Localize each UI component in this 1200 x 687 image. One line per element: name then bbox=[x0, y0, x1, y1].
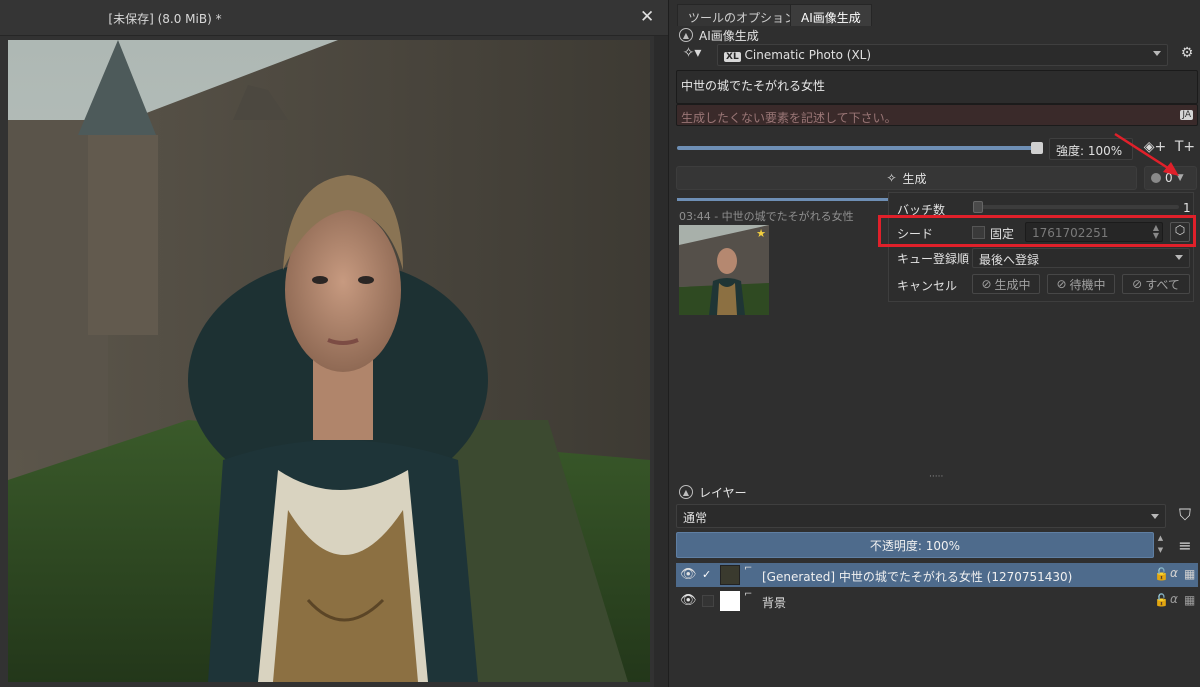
generation-options-popup: バッチ数 1 シード 固定 1761702251 ▲ ▼ ⬡ キュー登録順 最後へ… bbox=[888, 192, 1194, 302]
batch-value: 1 bbox=[1183, 201, 1191, 215]
chevron-down-icon bbox=[1153, 51, 1161, 56]
history-thumbnail[interactable]: ★ bbox=[679, 225, 769, 315]
alpha-lock-icon[interactable]: α bbox=[1170, 592, 1178, 606]
generate-label: 生成 bbox=[902, 171, 927, 186]
blend-mode-value: 通常 bbox=[683, 511, 708, 525]
batch-slider-handle[interactable] bbox=[973, 201, 983, 213]
negative-placeholder: 生成したくない要素を記述して下さい。 bbox=[681, 111, 897, 125]
close-icon[interactable]: ✕ bbox=[640, 7, 654, 27]
layer-thumbnail bbox=[720, 591, 740, 611]
eye-icon[interactable]: 👁 bbox=[680, 567, 697, 582]
magic-wand-icon[interactable]: ✧▾ bbox=[677, 45, 707, 61]
style-select[interactable]: XL Cinematic Photo (XL) bbox=[717, 44, 1168, 66]
lock-icon[interactable]: 🔓 bbox=[1154, 567, 1169, 581]
canvas-area: [未保存] (8.0 MiB) * ✕ bbox=[0, 0, 668, 687]
layer-row-generated[interactable]: 👁 ✓ ⌐ [Generated] 中世の城でたそがれる女性 (12707514… bbox=[676, 563, 1198, 587]
strength-slider[interactable] bbox=[677, 146, 1035, 150]
lock-icon[interactable]: 🔓 bbox=[1154, 593, 1169, 607]
panel-collapse-icon[interactable]: ▲ bbox=[679, 485, 693, 499]
no-entry-icon: ⊘ bbox=[1056, 277, 1067, 291]
cancel-label: キャンセル bbox=[897, 279, 958, 293]
ai-panel-title: AI画像生成 bbox=[699, 29, 759, 43]
chevron-down-icon bbox=[1151, 514, 1159, 519]
opacity-spin-icon[interactable]: ▲ ▼ bbox=[1155, 532, 1166, 558]
document-titlebar: [未保存] (8.0 MiB) * ✕ bbox=[0, 0, 668, 36]
seed-highlight-box bbox=[878, 215, 1196, 247]
inherit-alpha-icon[interactable]: ▦ bbox=[1184, 567, 1195, 581]
annotation-arrow bbox=[1114, 132, 1179, 176]
prompt-text: 中世の城でたそがれる女性 bbox=[681, 79, 826, 93]
batch-slider[interactable] bbox=[973, 205, 1179, 209]
strength-slider-handle[interactable] bbox=[1031, 142, 1043, 154]
prompt-input[interactable]: 中世の城でたそがれる女性 bbox=[676, 70, 1198, 104]
canvas-scroll-strip bbox=[654, 36, 668, 687]
star-icon[interactable]: ★ bbox=[756, 227, 766, 240]
generate-button[interactable]: ✧ 生成 bbox=[676, 166, 1137, 190]
background-layer-icon: ⌐ bbox=[744, 589, 753, 600]
layers-panel-title: レイヤー bbox=[699, 486, 747, 500]
layer-thumbnail bbox=[720, 565, 740, 585]
cancel-waiting-label: 待機中 bbox=[1069, 277, 1106, 292]
layer-name: [Generated] 中世の城でたそがれる女性 (1270751430) bbox=[762, 570, 1073, 584]
opacity-slider[interactable]: 不透明度: 100% bbox=[676, 532, 1154, 558]
language-badge[interactable]: JA bbox=[1180, 110, 1193, 120]
cancel-generating-label: 生成中 bbox=[994, 277, 1031, 292]
generated-image bbox=[8, 40, 650, 682]
document-title: [未保存] (8.0 MiB) * bbox=[108, 12, 222, 26]
menu-icon[interactable]: ≡ bbox=[1173, 536, 1197, 555]
no-entry-icon: ⊘ bbox=[981, 277, 992, 291]
panel-collapse-icon[interactable]: ▲ bbox=[679, 28, 693, 42]
canvas-image[interactable] bbox=[8, 40, 650, 682]
chevron-down-icon bbox=[1175, 255, 1183, 260]
queue-order-value: 最後へ登録 bbox=[979, 253, 1040, 267]
opacity-value: 不透明度: 100% bbox=[869, 538, 961, 553]
blend-mode-select[interactable]: 通常 bbox=[676, 504, 1166, 528]
splitter-handle[interactable]: ····· bbox=[929, 472, 943, 482]
history-label: 03:44 - 中世の城でたそがれる女性 bbox=[679, 210, 854, 223]
cancel-waiting-button[interactable]: ⊘ 待機中 bbox=[1047, 274, 1115, 294]
layer-checkbox[interactable] bbox=[702, 595, 714, 607]
filter-icon[interactable]: ⛉ bbox=[1173, 505, 1197, 525]
inherit-alpha-icon[interactable]: ▦ bbox=[1184, 593, 1195, 607]
magic-wand-icon: ✧ bbox=[886, 171, 897, 185]
layer-checkbox-checked[interactable]: ✓ bbox=[702, 569, 714, 581]
queue-order-select[interactable]: 最後へ登録 bbox=[972, 248, 1190, 268]
style-tag: XL bbox=[724, 52, 741, 62]
layer-row-background[interactable]: 👁 ⌐ 背景 🔓 α ▦ bbox=[676, 589, 1198, 613]
negative-prompt-input[interactable]: 生成したくない要素を記述して下さい。 JA bbox=[676, 104, 1198, 126]
tab-tool-options[interactable]: ツールのオプション bbox=[677, 4, 808, 26]
generated-layer-icon: ⌐ bbox=[744, 563, 753, 574]
tab-ai-generation[interactable]: AI画像生成 bbox=[790, 4, 872, 26]
eye-icon[interactable]: 👁 bbox=[680, 593, 697, 608]
progress-bar bbox=[677, 198, 889, 201]
queue-order-label: キュー登録順 bbox=[897, 252, 970, 266]
no-entry-icon: ⊘ bbox=[1132, 277, 1143, 291]
settings-gear-icon[interactable]: ⚙ bbox=[1175, 45, 1199, 61]
cancel-generating-button[interactable]: ⊘ 生成中 bbox=[972, 274, 1040, 294]
cancel-all-label: すべて bbox=[1145, 277, 1180, 292]
style-value: Cinematic Photo (XL) bbox=[744, 48, 872, 62]
right-dock: ツールのオプション AI画像生成 ▲ AI画像生成 ✧▾ XL Cinemati… bbox=[668, 0, 1200, 687]
cancel-all-button[interactable]: ⊘ すべて bbox=[1122, 274, 1190, 294]
alpha-lock-icon[interactable]: α bbox=[1170, 566, 1178, 580]
layer-name: 背景 bbox=[762, 596, 787, 610]
